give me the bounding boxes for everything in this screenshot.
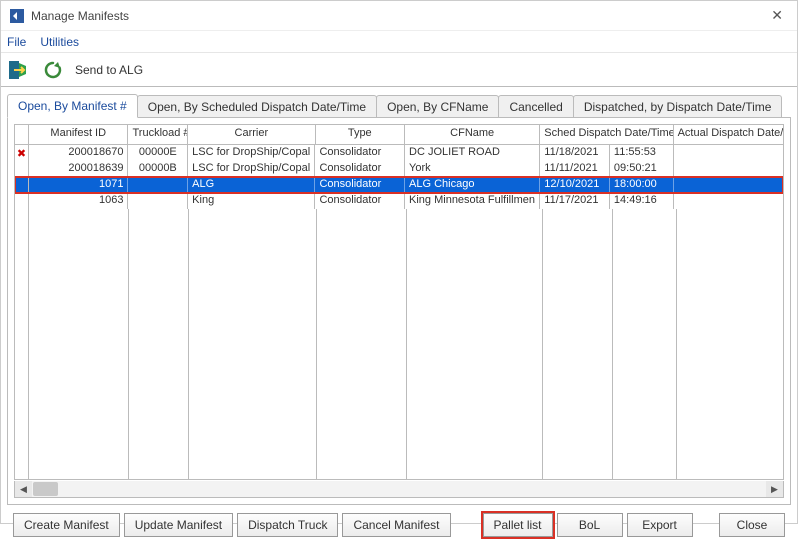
tab-open-sched[interactable]: Open, By Scheduled Dispatch Date/Time — [137, 95, 377, 118]
cell-date: 12/10/2021 — [540, 177, 610, 193]
tab-dispatched[interactable]: Dispatched, by Dispatch Date/Time — [573, 95, 783, 118]
title-bar: Manage Manifests ✕ — [1, 1, 797, 31]
cell-time: 11:55:53 — [610, 145, 674, 161]
grid-lines — [15, 209, 783, 479]
table-row[interactable]: ✖ 200018670 00000E LSC for DropShip/Copa… — [15, 145, 783, 161]
col-actual[interactable]: Actual Dispatch Date/Tim — [674, 125, 783, 144]
create-manifest-button[interactable]: Create Manifest — [13, 513, 120, 537]
export-button[interactable]: Export — [627, 513, 693, 537]
col-type[interactable]: Type — [316, 125, 406, 144]
cell-date: 11/11/2021 — [540, 161, 610, 177]
tab-panel: Manifest ID Truckload # Carrier Type CFN… — [7, 117, 791, 505]
window-title: Manage Manifests — [31, 9, 129, 23]
cell-cf: York — [405, 161, 540, 177]
menu-file[interactable]: File — [7, 35, 26, 49]
cell-cf: DC JOLIET ROAD — [405, 145, 540, 161]
update-manifest-button[interactable]: Update Manifest — [124, 513, 233, 537]
cancel-manifest-button[interactable]: Cancel Manifest — [342, 513, 450, 537]
cell-cf: King Minnesota Fulfillmen — [405, 193, 540, 209]
cell-truck — [128, 177, 188, 193]
cell-truck: 00000B — [128, 161, 188, 177]
grid-header: Manifest ID Truckload # Carrier Type CFN… — [15, 125, 783, 145]
cell-time: 18:00:00 — [610, 177, 674, 193]
row-indicator — [15, 177, 29, 193]
cell-id: 200018670 — [29, 145, 128, 161]
tab-cancelled[interactable]: Cancelled — [498, 95, 573, 118]
cell-id: 1071 — [29, 177, 128, 193]
toolbar: Send to ALG — [1, 53, 797, 87]
cell-type: Consolidator — [315, 177, 405, 193]
refresh-icon[interactable] — [41, 58, 65, 82]
col-sched[interactable]: Sched Dispatch Date/Time — [540, 125, 673, 144]
col-carrier[interactable]: Carrier — [188, 125, 315, 144]
cell-date: 11/17/2021 — [540, 193, 610, 209]
cell-date: 11/18/2021 — [540, 145, 610, 161]
cell-cf: ALG Chicago — [405, 177, 540, 193]
toolbar-label: Send to ALG — [75, 63, 143, 77]
scroll-thumb[interactable] — [33, 482, 58, 496]
table-row[interactable]: 1063 King Consolidator King Minnesota Fu… — [15, 193, 783, 209]
data-grid[interactable]: Manifest ID Truckload # Carrier Type CFN… — [14, 124, 784, 480]
cell-carrier: LSC for DropShip/Copal — [188, 161, 315, 177]
cell-carrier: King — [188, 193, 315, 209]
grid-header-indicator — [15, 125, 29, 144]
scroll-track[interactable] — [32, 481, 766, 497]
cell-id: 1063 — [29, 193, 128, 209]
dispatch-truck-button[interactable]: Dispatch Truck — [237, 513, 338, 537]
exit-icon[interactable] — [7, 58, 31, 82]
table-row-selected[interactable]: 1071 ALG Consolidator ALG Chicago 12/10/… — [15, 177, 783, 193]
close-button[interactable]: Close — [719, 513, 785, 537]
app-icon — [9, 8, 25, 24]
bol-button[interactable]: BoL — [557, 513, 623, 537]
pallet-list-button[interactable]: Pallet list — [483, 513, 553, 537]
menu-utilities[interactable]: Utilities — [40, 35, 79, 49]
cell-id: 200018639 — [29, 161, 128, 177]
row-error-icon: ✖ — [15, 145, 29, 161]
grid-body: ✖ 200018670 00000E LSC for DropShip/Copa… — [15, 145, 783, 479]
cell-carrier: ALG — [188, 177, 315, 193]
scroll-left-icon[interactable]: ◀ — [15, 481, 32, 497]
cell-time: 09:50:21 — [610, 161, 674, 177]
menu-bar: File Utilities — [1, 31, 797, 53]
cell-time: 14:49:16 — [610, 193, 674, 209]
row-indicator — [15, 193, 29, 209]
tab-open-cfname[interactable]: Open, By CFName — [376, 95, 499, 118]
scroll-right-icon[interactable]: ▶ — [766, 481, 783, 497]
button-bar: Create Manifest Update Manifest Dispatch… — [7, 505, 791, 543]
col-cfname[interactable]: CFName — [405, 125, 540, 144]
cell-type: Consolidator — [315, 145, 405, 161]
close-icon[interactable]: ✕ — [765, 5, 789, 26]
cell-truck — [128, 193, 188, 209]
cell-actual — [674, 193, 783, 209]
table-row[interactable]: 200018639 00000B LSC for DropShip/Copal … — [15, 161, 783, 177]
row-indicator — [15, 161, 29, 177]
cell-type: Consolidator — [315, 193, 405, 209]
cell-carrier: LSC for DropShip/Copal — [188, 145, 315, 161]
col-truckload[interactable]: Truckload # — [128, 125, 188, 144]
horizontal-scrollbar[interactable]: ◀ ▶ — [14, 481, 784, 498]
tab-open-manifest[interactable]: Open, By Manifest # — [7, 94, 138, 118]
tab-strip: Open, By Manifest # Open, By Scheduled D… — [7, 93, 791, 117]
cell-actual — [674, 177, 783, 193]
cell-actual — [674, 145, 783, 161]
cell-truck: 00000E — [128, 145, 188, 161]
cell-actual — [674, 161, 783, 177]
col-manifest-id[interactable]: Manifest ID — [29, 125, 128, 144]
cell-type: Consolidator — [315, 161, 405, 177]
